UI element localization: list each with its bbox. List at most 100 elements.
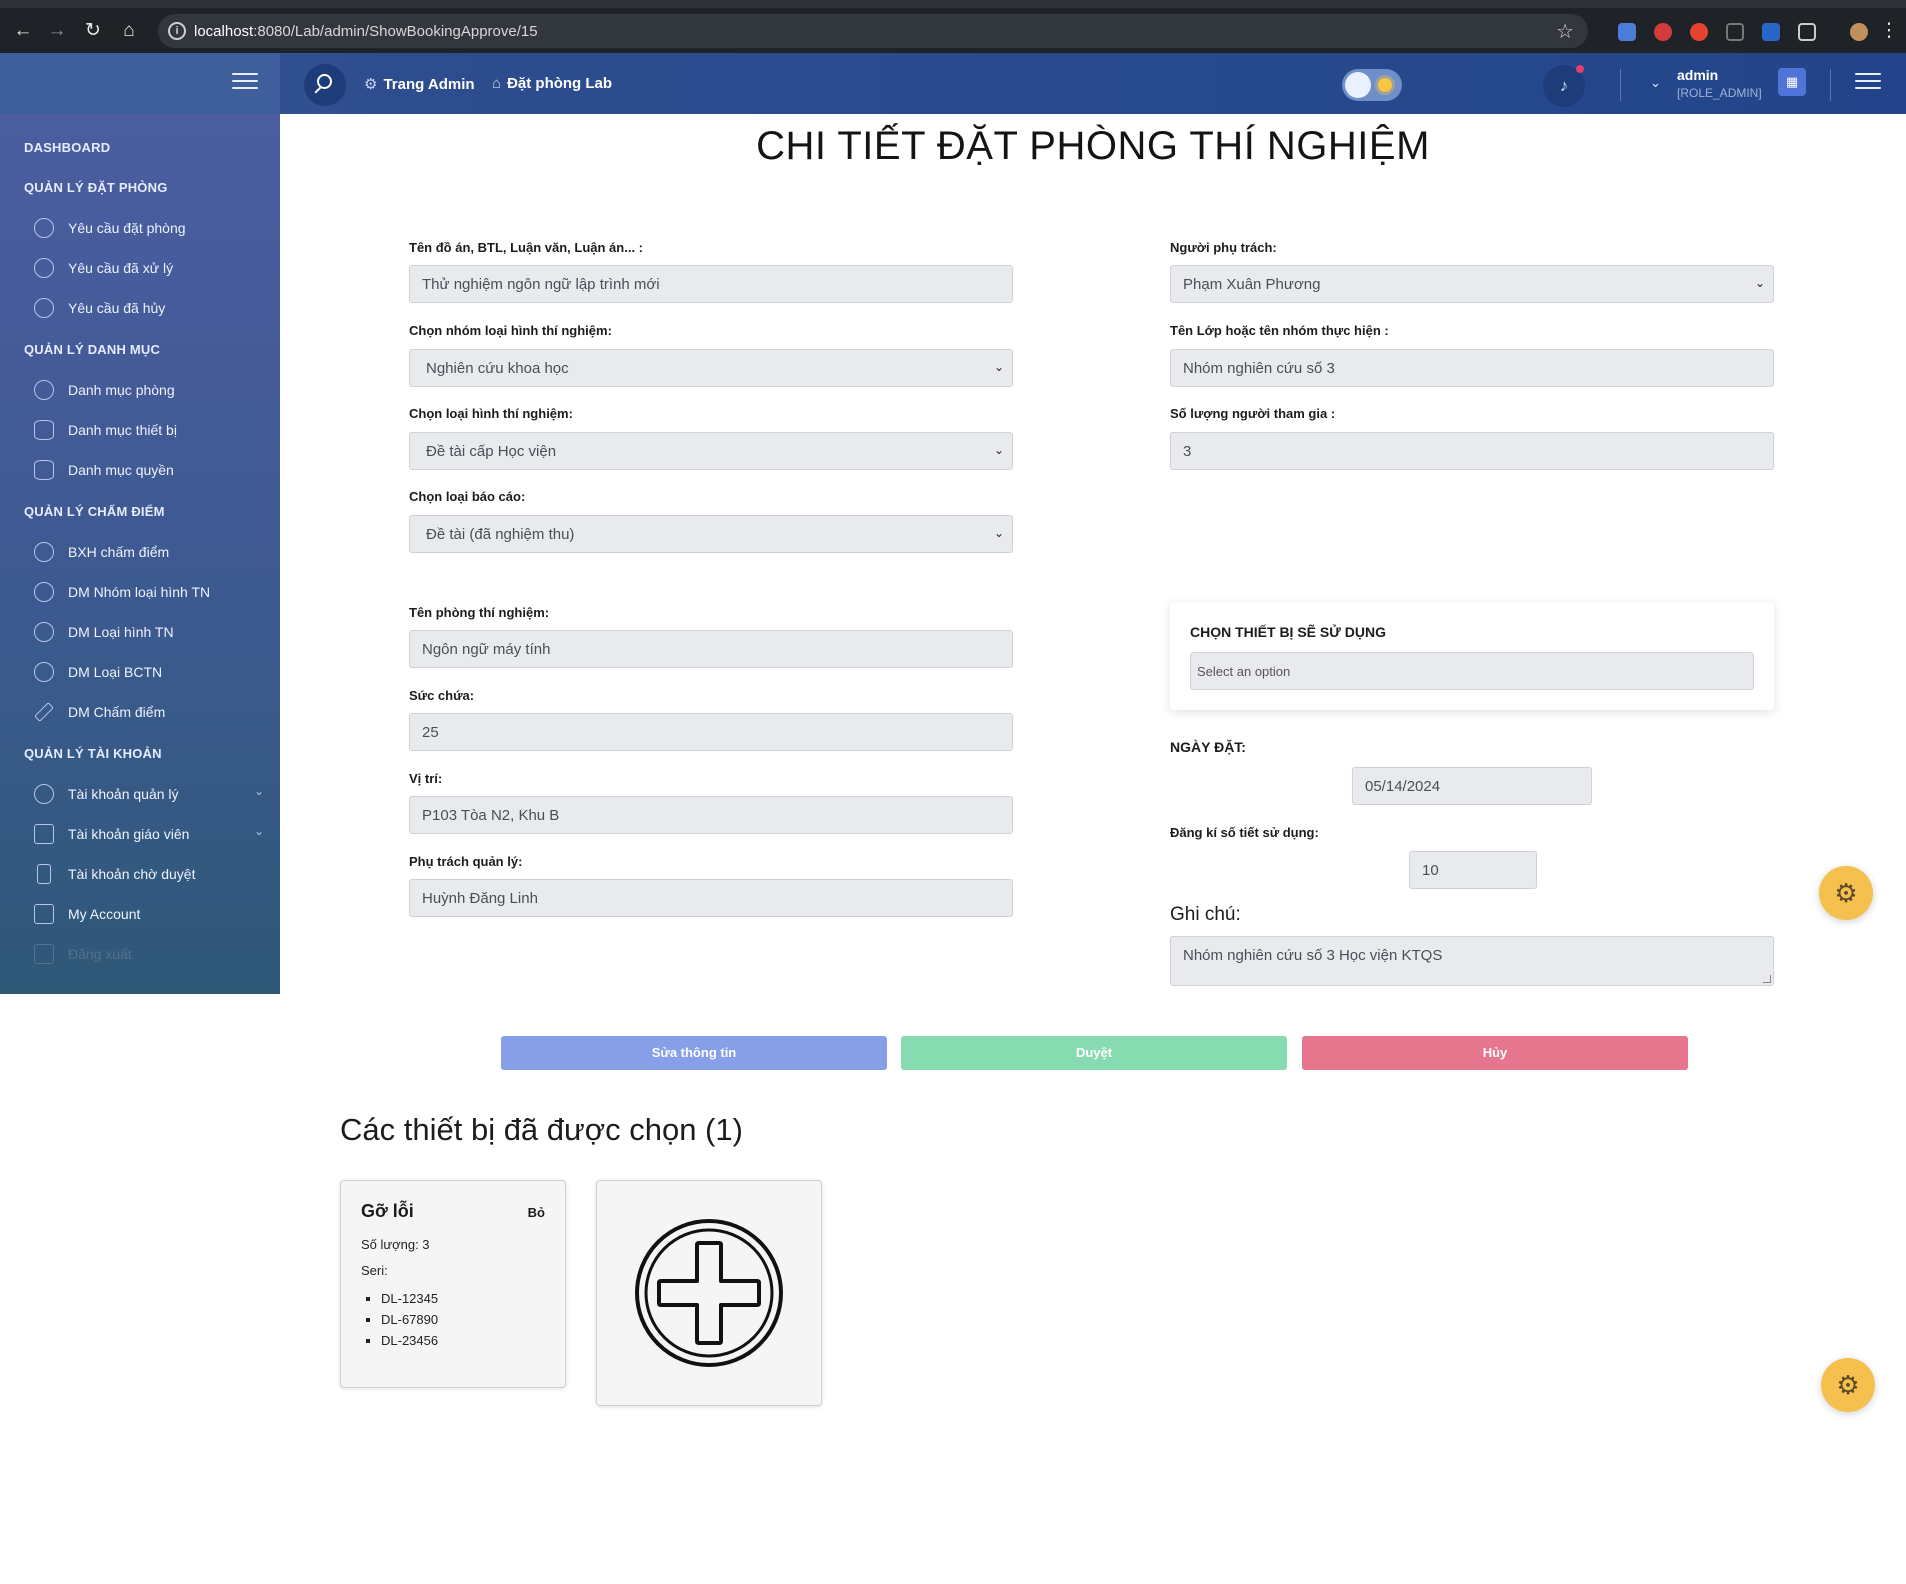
group-select[interactable]: Nghiên cứu khoa học ⌄ (409, 349, 1013, 387)
pie-icon (34, 258, 54, 278)
plus-circle-icon (635, 1219, 783, 1367)
person-select[interactable]: Phạm Xuân Phương ⌄ (1170, 265, 1774, 303)
note-label: Ghi chú: (1170, 904, 1241, 925)
sidebar-item-teacher-accounts[interactable]: Tài khoản giáo viên ⌄ (34, 822, 264, 848)
selected-devices-title: Các thiết bị đã được chọn (1) (340, 1112, 743, 1147)
sidebar-item-experiment-groups[interactable]: DM Nhóm loại hình TN (34, 580, 264, 606)
sidebar-item-dashboard[interactable]: DASHBOARD (24, 140, 110, 155)
location-input[interactable]: P103 Tòa N2, Khu B (409, 796, 1013, 834)
chevron-down-icon[interactable]: ⌄ (254, 824, 264, 838)
project-label: Tên đồ án, BTL, Luận văn, Luận án... : (409, 240, 644, 255)
serial-list: DL-12345 DL-67890 DL-23456 (381, 1291, 438, 1354)
home-icon[interactable]: ⌂ (116, 18, 142, 44)
date-label: NGÀY ĐẶT: (1170, 739, 1246, 755)
sidebar-item-cancelled[interactable]: Yêu cầu đã hủy (34, 296, 264, 322)
device-serial-label: Seri: (361, 1263, 388, 1278)
periods-label: Đăng kí số tiết sử dụng: (1170, 825, 1319, 840)
serial-item: DL-12345 (381, 1291, 438, 1306)
report-select[interactable]: Đề tài (đã nghiệm thu) ⌄ (409, 515, 1013, 553)
chevron-down-icon[interactable]: ⌄ (254, 784, 264, 798)
sidebar-item-devices[interactable]: Danh mục thiết bị (34, 418, 264, 444)
remove-device-button[interactable]: Bỏ (528, 1205, 545, 1220)
browser-menu-icon[interactable]: ⋮ (1876, 18, 1902, 44)
serial-item: DL-23456 (381, 1333, 438, 1348)
room-input[interactable]: Ngôn ngữ máy tính (409, 630, 1013, 668)
url-text[interactable]: localhost:8080/Lab/admin/ShowBookingAppr… (194, 23, 538, 40)
profile-avatar[interactable] (1850, 23, 1868, 41)
cancel-button[interactable]: Hủy (1302, 1036, 1688, 1070)
settings-fab[interactable]: ⚙ (1819, 866, 1873, 920)
shield-extension-icon[interactable] (1762, 23, 1780, 41)
note-textarea[interactable]: Nhóm nghiên cứu số 3 Học viện KTQS (1170, 936, 1774, 986)
sidebar-item-leaderboard[interactable]: BXH chấm điểm (34, 540, 264, 566)
adblock-extension-icon[interactable] (1654, 23, 1672, 41)
notification-dot (1576, 65, 1584, 73)
type-select[interactable]: Đề tài cấp Học viện ⌄ (409, 432, 1013, 470)
date-input[interactable]: 05/14/2024 (1352, 767, 1592, 805)
sidebar-section-booking: QUẢN LÝ ĐẶT PHÒNG (24, 180, 168, 195)
edit-button[interactable]: Sửa thông tin (501, 1036, 887, 1070)
clock-icon (34, 218, 54, 238)
project-input[interactable]: Thử nghiệm ngôn ngữ lập trình mới (409, 265, 1013, 303)
calendar-button[interactable]: ▦ (1778, 68, 1806, 96)
translate-extension-icon[interactable] (1618, 23, 1636, 41)
sidebar-item-experiment-types[interactable]: DM Loại hình TN (34, 620, 264, 646)
room-label: Tên phòng thí nghiệm: (409, 605, 550, 620)
periods-input[interactable]: 10 (1409, 851, 1537, 889)
resize-handle[interactable] (1763, 975, 1771, 983)
sidebar-item-processed[interactable]: Yêu cầu đã xử lý (34, 256, 264, 282)
site-info-icon[interactable]: i (168, 22, 186, 40)
sidebar-item-report-types[interactable]: DM Loại BCTN (34, 660, 264, 686)
pencil-icon (34, 702, 54, 722)
page-title: CHI TIẾT ĐẶT PHÒNG THÍ NGHIỆM (756, 124, 1430, 168)
capacity-input[interactable]: 25 (409, 713, 1013, 751)
count-input[interactable]: 3 (1170, 432, 1774, 470)
location-label: Vị trí: (409, 771, 443, 786)
manager-input[interactable]: Huỳnh Đăng Linh (409, 879, 1013, 917)
sidebar-item-pending-accounts[interactable]: Tài khoản chờ duyệt (34, 862, 264, 888)
browser-chrome: ← → ↻ ⌂ i localhost:8080/Lab/admin/ShowB… (0, 0, 1906, 53)
sidebar-item-manager-accounts[interactable]: Tài khoản quản lý ⌄ (34, 782, 264, 808)
add-device-button[interactable] (596, 1180, 822, 1406)
sidebar-item-roles[interactable]: Danh mục quyền (34, 458, 264, 484)
moon-icon (1345, 72, 1371, 98)
sidebar-toggle-icon[interactable] (232, 73, 258, 93)
basketball-icon (34, 542, 54, 562)
chevron-down-icon[interactable]: ⌄ (1650, 75, 1661, 91)
address-bar[interactable]: i localhost:8080/Lab/admin/ShowBookingAp… (158, 14, 1588, 48)
bookmark-star-icon[interactable]: ☆ (1556, 19, 1574, 44)
approve-button[interactable]: Duyệt (901, 1036, 1287, 1070)
id-card-icon (34, 944, 54, 964)
reload-icon[interactable]: ↻ (80, 18, 106, 44)
sidebar-item-my-account[interactable]: My Account (34, 902, 264, 928)
extensions-puzzle-icon[interactable] (1798, 23, 1816, 41)
sun-icon (1378, 78, 1392, 92)
equipment-select[interactable]: Select an option (1190, 652, 1754, 690)
hourglass-icon (37, 864, 51, 884)
database-icon (34, 460, 54, 480)
sidebar-item-scoring[interactable]: DM Chấm điểm (34, 700, 264, 726)
minus-circle-icon (34, 662, 54, 682)
menu-icon[interactable] (1855, 73, 1881, 93)
device-name: Gỡ lỗi (361, 1201, 414, 1221)
theme-toggle[interactable] (1342, 69, 1402, 101)
user-name[interactable]: admin (1677, 67, 1718, 83)
user-circle-icon (34, 784, 54, 804)
record-extension-icon[interactable] (1690, 23, 1708, 41)
nav-link-booking[interactable]: ⌂ Đặt phòng Lab (492, 75, 612, 92)
sidebar-item-logout[interactable]: Đăng xuất (34, 942, 264, 968)
main-content: CHI TIẾT ĐẶT PHÒNG THÍ NGHIỆM Tên đồ án,… (280, 114, 1906, 1424)
class-input[interactable]: Nhóm nghiên cứu số 3 (1170, 349, 1774, 387)
forward-icon[interactable]: → (44, 18, 70, 44)
settings-fab[interactable]: ⚙ (1821, 1358, 1875, 1412)
copy-extension-icon[interactable] (1726, 23, 1744, 41)
minus-circle-icon (34, 298, 54, 318)
clock-icon (34, 582, 54, 602)
person-label: Người phụ trách: (1170, 240, 1277, 255)
sidebar-item-rooms[interactable]: Danh mục phòng (34, 378, 264, 404)
back-icon[interactable]: ← (10, 18, 36, 44)
user-role: [ROLE_ADMIN] (1677, 86, 1762, 100)
search-button[interactable] (304, 64, 346, 106)
nav-link-admin[interactable]: ⚙ Trang Admin (364, 75, 475, 93)
sidebar-item-booking-requests[interactable]: Yêu cầu đặt phòng (34, 216, 264, 242)
